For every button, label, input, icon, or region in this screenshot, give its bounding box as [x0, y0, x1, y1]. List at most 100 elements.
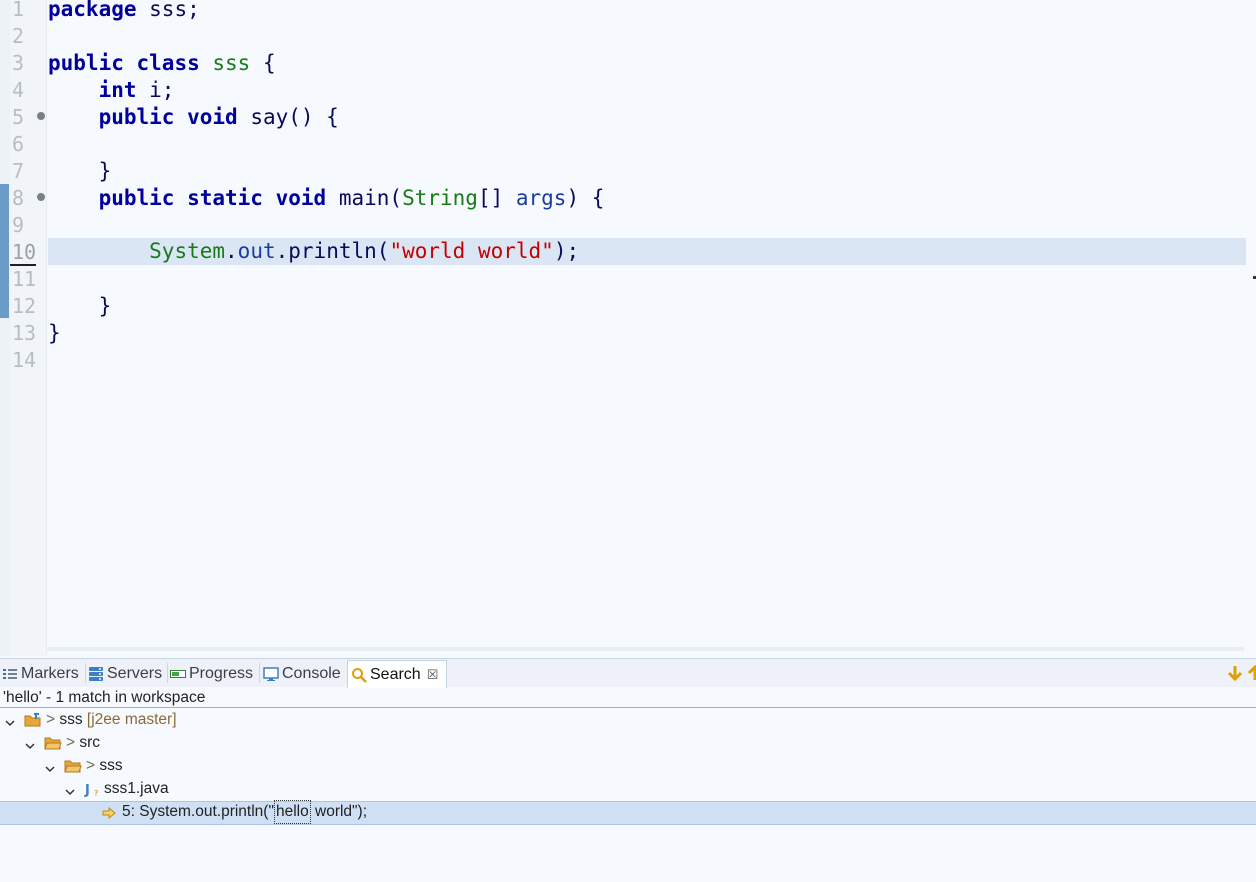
code-line-10[interactable]: System.out.println("world world");	[48, 238, 579, 265]
keyword: void	[275, 186, 327, 210]
tab-markers[interactable]: Markers	[2, 661, 79, 687]
chevron-down-icon[interactable]	[24, 737, 36, 750]
code-line-4[interactable]: int i;	[48, 77, 175, 104]
line-number: 4	[12, 78, 25, 102]
search-result-summary: 'hello' - 1 match in workspace	[3, 689, 206, 706]
line-number: 5	[12, 105, 25, 129]
editor-horizontal-scrollbar[interactable]	[46, 647, 1244, 651]
code-text: {	[250, 51, 276, 75]
keyword: class	[136, 51, 200, 75]
current-line-marker	[10, 264, 36, 266]
code-line-3[interactable]: public class sss {	[48, 50, 276, 77]
markers-icon	[2, 666, 18, 682]
code-line-7[interactable]: }	[48, 158, 112, 185]
method-name: main	[338, 186, 390, 210]
keyword: public	[48, 51, 124, 75]
line-number: 9	[12, 213, 25, 237]
chevron-down-icon[interactable]	[44, 760, 56, 773]
tree-node-src[interactable]: > src	[24, 732, 100, 754]
tab-separator	[167, 663, 168, 683]
line-number: 13	[12, 321, 37, 345]
fold-marker-icon[interactable]	[37, 112, 45, 120]
overview-gutter	[0, 0, 10, 656]
keyword: public	[98, 105, 175, 129]
line-number: 11	[12, 267, 37, 291]
previous-match-icon[interactable]	[1246, 664, 1256, 682]
line-number-current: 10	[12, 240, 37, 264]
package-icon	[64, 758, 82, 774]
fold-marker-icon[interactable]	[37, 193, 45, 201]
code-text: []	[477, 186, 516, 210]
code-line-12[interactable]: }	[48, 293, 112, 320]
tab-search[interactable]: Search ☒	[347, 660, 447, 688]
chevron-down-icon[interactable]	[4, 714, 16, 727]
close-icon[interactable]: ☒	[427, 667, 439, 683]
code-line-5[interactable]: public void say() {	[48, 104, 339, 131]
tab-label: Servers	[107, 665, 163, 682]
code-text: say() {	[237, 105, 339, 129]
tree-label: sss	[59, 711, 83, 728]
line-number-ruler[interactable]: 1 2 3 4 5 6 7 8 9 10 11 12 13 14	[10, 0, 47, 656]
next-match-icon[interactable]	[1226, 664, 1244, 682]
code-text: }	[98, 159, 112, 183]
tab-separator	[85, 663, 86, 683]
match-text-before: 5: System.out.println("	[122, 803, 274, 820]
tree-label: src	[79, 734, 101, 751]
divider	[0, 707, 1256, 708]
keyword: void	[187, 105, 238, 129]
method-name: println	[288, 239, 377, 263]
panel-tab-bar: Markers Servers Progress Console Search …	[0, 659, 1256, 688]
tab-label: Progress	[189, 665, 254, 682]
git-status-prefix: >	[66, 734, 80, 751]
class-name: sss	[212, 51, 251, 75]
line-number: 2	[12, 24, 25, 48]
tab-servers[interactable]: Servers	[88, 661, 162, 687]
git-status-prefix: >	[46, 711, 60, 728]
code-text: );	[553, 239, 580, 263]
match-arrow-icon	[102, 805, 116, 820]
chevron-down-icon[interactable]	[64, 783, 76, 796]
code-text: .	[225, 239, 238, 263]
code-editor[interactable]: 1 2 3 4 5 6 7 8 9 10 11 12 13 14 package…	[0, 0, 1256, 656]
code-line-8[interactable]: public static void main(String[] args) {	[48, 185, 605, 212]
search-icon	[351, 667, 367, 683]
line-number: 6	[12, 132, 25, 156]
code-line-1[interactable]: package sss;	[48, 0, 200, 23]
code-text: (	[376, 239, 390, 263]
tab-label: Search	[370, 665, 421, 683]
code-line-13[interactable]: }	[48, 320, 61, 347]
tree-node-match[interactable]: 5: System.out.println(" hello world");	[102, 800, 367, 824]
console-icon	[263, 666, 279, 682]
class-name: System	[149, 239, 226, 263]
code-text: }	[98, 294, 112, 318]
quick-diff-change-bar[interactable]	[0, 184, 9, 318]
tree-node-package[interactable]: > sss	[44, 755, 123, 777]
type-name: String	[402, 186, 478, 210]
tree-node-project[interactable]: > sss [j2ee master]	[4, 709, 177, 731]
line-number: 3	[12, 51, 25, 75]
code-text: (	[389, 186, 403, 210]
code-text: .	[275, 239, 289, 263]
code-text: ) {	[566, 186, 605, 210]
line-number: 8	[12, 186, 25, 210]
code-text: i;	[136, 78, 175, 102]
tab-separator	[259, 663, 260, 683]
tree-label: sss1.java	[104, 780, 169, 797]
line-number: 12	[12, 294, 37, 318]
line-number: 1	[12, 0, 25, 21]
tree-node-file[interactable]: J? sss1.java	[64, 778, 169, 800]
search-view-panel: Markers Servers Progress Console Search …	[0, 658, 1256, 882]
tab-label: Markers	[21, 665, 79, 682]
servers-icon	[88, 666, 104, 682]
field-name: out	[237, 239, 276, 263]
java-file-icon: J?	[84, 781, 102, 798]
keyword: public	[98, 186, 175, 210]
keyword: int	[98, 78, 137, 102]
svg-text:?: ?	[94, 789, 98, 797]
line-number: 14	[12, 348, 37, 372]
source-folder-icon	[44, 735, 62, 751]
tab-progress[interactable]: Progress	[170, 661, 253, 687]
tab-console[interactable]: Console	[263, 661, 341, 687]
tree-label: sss	[99, 757, 123, 774]
git-branch-label: [j2ee master]	[82, 711, 177, 728]
